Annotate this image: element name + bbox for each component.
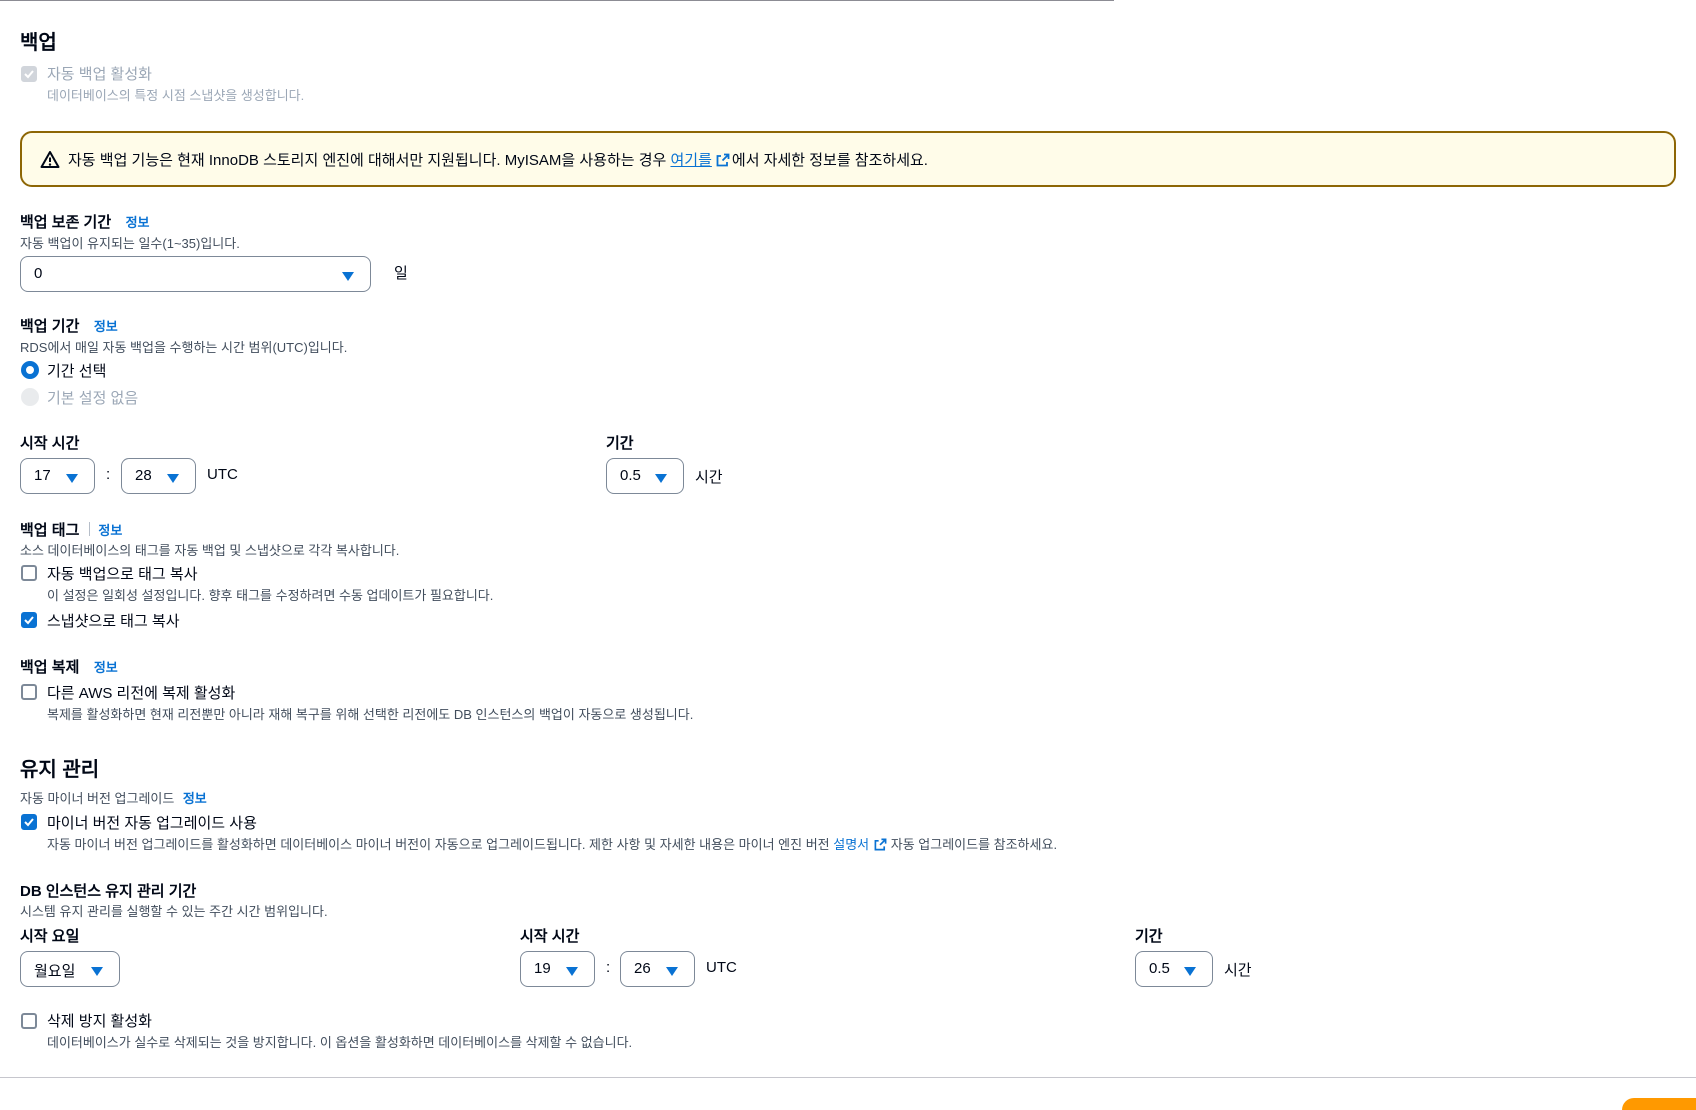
backup-start-minute-value: 28 — [135, 467, 152, 484]
backup-start-minute-select[interactable]: 28 — [121, 458, 196, 494]
backup-start-hour-select[interactable]: 17 — [20, 458, 95, 494]
top-divider — [0, 0, 1114, 1]
auto-backup-desc: 데이터베이스의 특정 시점 스냅샷을 생성합니다. — [47, 88, 305, 103]
innodb-warning-alert: 자동 백업 기능은 현재 InnoDB 스토리지 엔진에 대해서만 지원됩니다.… — [20, 131, 1676, 187]
deletion-protection-label: 삭제 방지 활성화 — [47, 1013, 152, 1030]
maintenance-duration-label: 기간 — [1135, 928, 1163, 945]
caret-down-icon — [66, 474, 78, 483]
caret-down-icon — [167, 474, 179, 483]
backup-duration-label: 기간 — [606, 435, 634, 452]
auto-minor-desc-suffix: 자동 업그레이드를 참조하세요. — [887, 837, 1058, 852]
retention-select[interactable]: 0 — [20, 256, 371, 292]
backup-start-hour-value: 17 — [34, 467, 51, 484]
backup-tags-heading: 백업 태그 정보 — [20, 519, 122, 540]
backup-time-colon: : — [106, 466, 111, 483]
check-icon — [24, 616, 34, 625]
auto-minor-desc-prefix: 자동 마이너 버전 업그레이드를 활성화하면 데이터베이스 마이너 버전이 자동… — [47, 837, 834, 852]
deletion-protection-desc: 데이터베이스가 실수로 삭제되는 것을 방지합니다. 이 옵션을 활성화하면 데… — [47, 1035, 633, 1050]
backup-replication-label: 백업 복제 — [20, 659, 80, 676]
maintenance-start-minute-value: 26 — [634, 960, 651, 977]
maintenance-start-minute-select[interactable]: 26 — [620, 951, 695, 987]
radio-no-preference[interactable] — [21, 388, 39, 406]
retention-desc: 자동 백업이 유지되는 일수(1~35)입니다. — [20, 236, 240, 251]
auto-backup-label: 자동 백업 활성화 — [47, 66, 152, 83]
auto-minor-upgrade-label: 마이너 버전 자동 업그레이드 사용 — [47, 815, 257, 832]
backup-window-desc: RDS에서 매일 자동 백업을 수행하는 시간 범위(UTC)입니다. — [20, 340, 348, 355]
radio-choose-window-label: 기간 선택 — [47, 363, 107, 380]
external-link-icon[interactable] — [874, 838, 887, 851]
maintenance-section-title: 유지 관리 — [20, 759, 100, 781]
maintenance-start-hour-select[interactable]: 19 — [520, 951, 595, 987]
maintenance-duration-value: 0.5 — [1149, 960, 1170, 977]
caret-down-icon — [1184, 967, 1196, 976]
primary-action-button-edge[interactable] — [1622, 1098, 1696, 1110]
backup-section-title: 백업 — [20, 32, 57, 54]
backup-duration-select[interactable]: 0.5 — [606, 458, 684, 494]
backup-window-info-link[interactable]: 정보 — [94, 319, 118, 334]
caret-down-icon — [342, 272, 354, 281]
warning-triangle-icon — [40, 151, 60, 168]
retention-info-link[interactable]: 정보 — [126, 215, 150, 230]
maintenance-window-desc: 시스템 유지 관리를 실행할 수 있는 주간 시간 범위입니다. — [20, 904, 328, 919]
warning-suffix: 에서 자세한 정보를 참조하세요. — [731, 152, 928, 169]
caret-down-icon — [666, 967, 678, 976]
maintenance-day-label: 시작 요일 — [20, 928, 80, 945]
retention-label: 백업 보존 기간 — [20, 214, 112, 231]
maintenance-start-hour-value: 19 — [534, 960, 551, 977]
auto-minor-upgrade-desc: 자동 마이너 버전 업그레이드를 활성화하면 데이터베이스 마이너 버전이 자동… — [47, 834, 1057, 853]
maintenance-start-time-label: 시작 시간 — [520, 928, 580, 945]
backup-tags-info-link[interactable]: 정보 — [98, 523, 122, 538]
caret-down-icon — [91, 967, 103, 976]
maintenance-day-value: 월요일 — [34, 963, 76, 980]
minor-engine-docs-link[interactable]: 설명서 — [833, 837, 869, 852]
radio-choose-window[interactable] — [21, 361, 39, 379]
auto-minor-heading: 자동 마이너 버전 업그레이드 정보 — [20, 788, 207, 808]
deletion-protection-checkbox[interactable] — [21, 1013, 37, 1029]
copy-tags-to-snapshots-checkbox[interactable] — [21, 612, 37, 628]
maintenance-time-utc: UTC — [706, 959, 737, 976]
maintenance-duration-select[interactable]: 0.5 — [1135, 951, 1213, 987]
maintenance-time-colon: : — [606, 959, 611, 976]
copy-tags-to-backups-checkbox[interactable] — [21, 565, 37, 581]
maintenance-day-select[interactable]: 월요일 — [20, 951, 120, 987]
cross-region-replication-checkbox[interactable] — [21, 684, 37, 700]
auto-minor-upgrade-checkbox[interactable] — [21, 814, 37, 830]
copy-tags-to-snapshots-label: 스냅샷으로 태그 복사 — [47, 613, 180, 630]
backup-window-label: 백업 기간 — [20, 318, 80, 335]
caret-down-icon — [655, 474, 667, 483]
copy-tags-to-backups-desc: 이 설정은 일회성 설정입니다. 향후 태그를 수정하려면 수동 업데이트가 필… — [47, 588, 494, 603]
check-icon — [24, 818, 34, 827]
backup-replication-heading: 백업 복제 정보 — [20, 656, 118, 677]
auto-minor-info-link[interactable]: 정보 — [183, 791, 207, 806]
external-link-icon[interactable] — [716, 153, 730, 167]
backup-duration-value: 0.5 — [620, 467, 641, 484]
radio-no-preference-label: 기본 설정 없음 — [47, 390, 139, 407]
backup-tags-label: 백업 태그 — [20, 522, 80, 539]
backup-replication-info-link[interactable]: 정보 — [94, 660, 118, 675]
backup-duration-unit: 시간 — [695, 469, 723, 486]
heading-separator — [89, 522, 91, 536]
retention-value: 0 — [34, 265, 43, 282]
auto-backup-checkbox[interactable] — [21, 66, 37, 82]
caret-down-icon — [566, 967, 578, 976]
panel-bottom-border — [0, 1077, 1696, 1078]
backup-time-utc: UTC — [207, 466, 238, 483]
auto-minor-label: 자동 마이너 버전 업그레이드 — [20, 791, 175, 806]
retention-unit: 일 — [394, 265, 408, 282]
maintenance-window-label: DB 인스턴스 유지 관리 기간 — [20, 883, 197, 900]
check-icon — [24, 70, 34, 79]
backup-start-time-label: 시작 시간 — [20, 435, 80, 452]
backup-window-heading: 백업 기간 정보 — [20, 315, 118, 336]
cross-region-replication-desc: 복제를 활성화하면 현재 리전뿐만 아니라 재해 복구를 위해 선택한 리전에도… — [47, 707, 694, 722]
copy-tags-to-backups-label: 자동 백업으로 태그 복사 — [47, 566, 198, 583]
warning-text: 자동 백업 기능은 현재 InnoDB 스토리지 엔진에 대해서만 지원됩니다.… — [68, 152, 671, 169]
cross-region-replication-label: 다른 AWS 리전에 복제 활성화 — [47, 685, 236, 702]
retention-heading: 백업 보존 기간 정보 — [20, 211, 150, 232]
backup-tags-desc: 소스 데이터베이스의 태그를 자동 백업 및 스냅샷으로 각각 복사합니다. — [20, 543, 400, 558]
warning-link[interactable]: 여기를 — [670, 152, 711, 169]
maintenance-duration-unit: 시간 — [1224, 962, 1252, 979]
